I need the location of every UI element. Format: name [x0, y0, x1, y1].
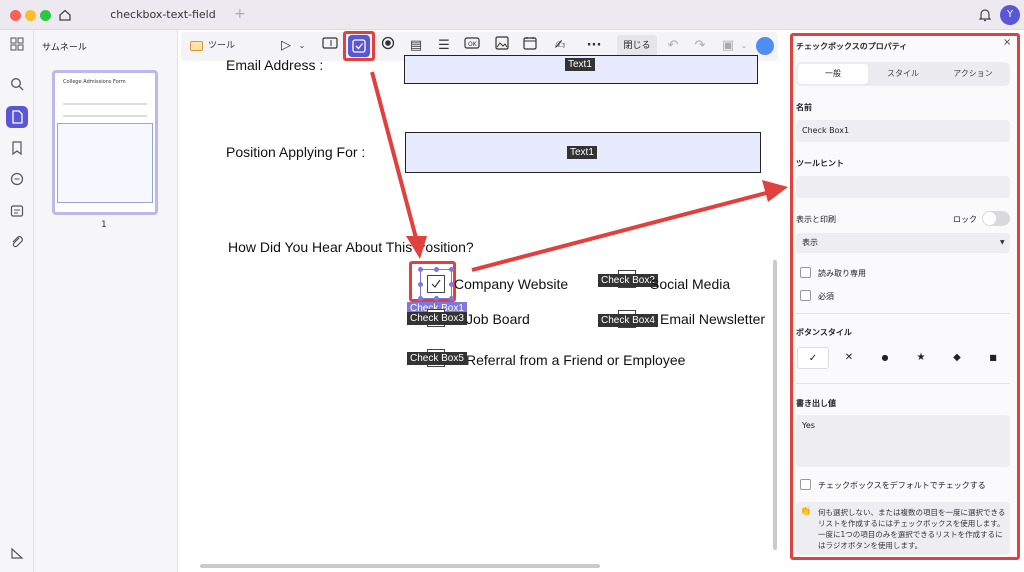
arrow-to-checkbox [370, 71, 427, 259]
arrow-to-panel [471, 180, 788, 272]
annotation-arrows [370, 71, 788, 272]
